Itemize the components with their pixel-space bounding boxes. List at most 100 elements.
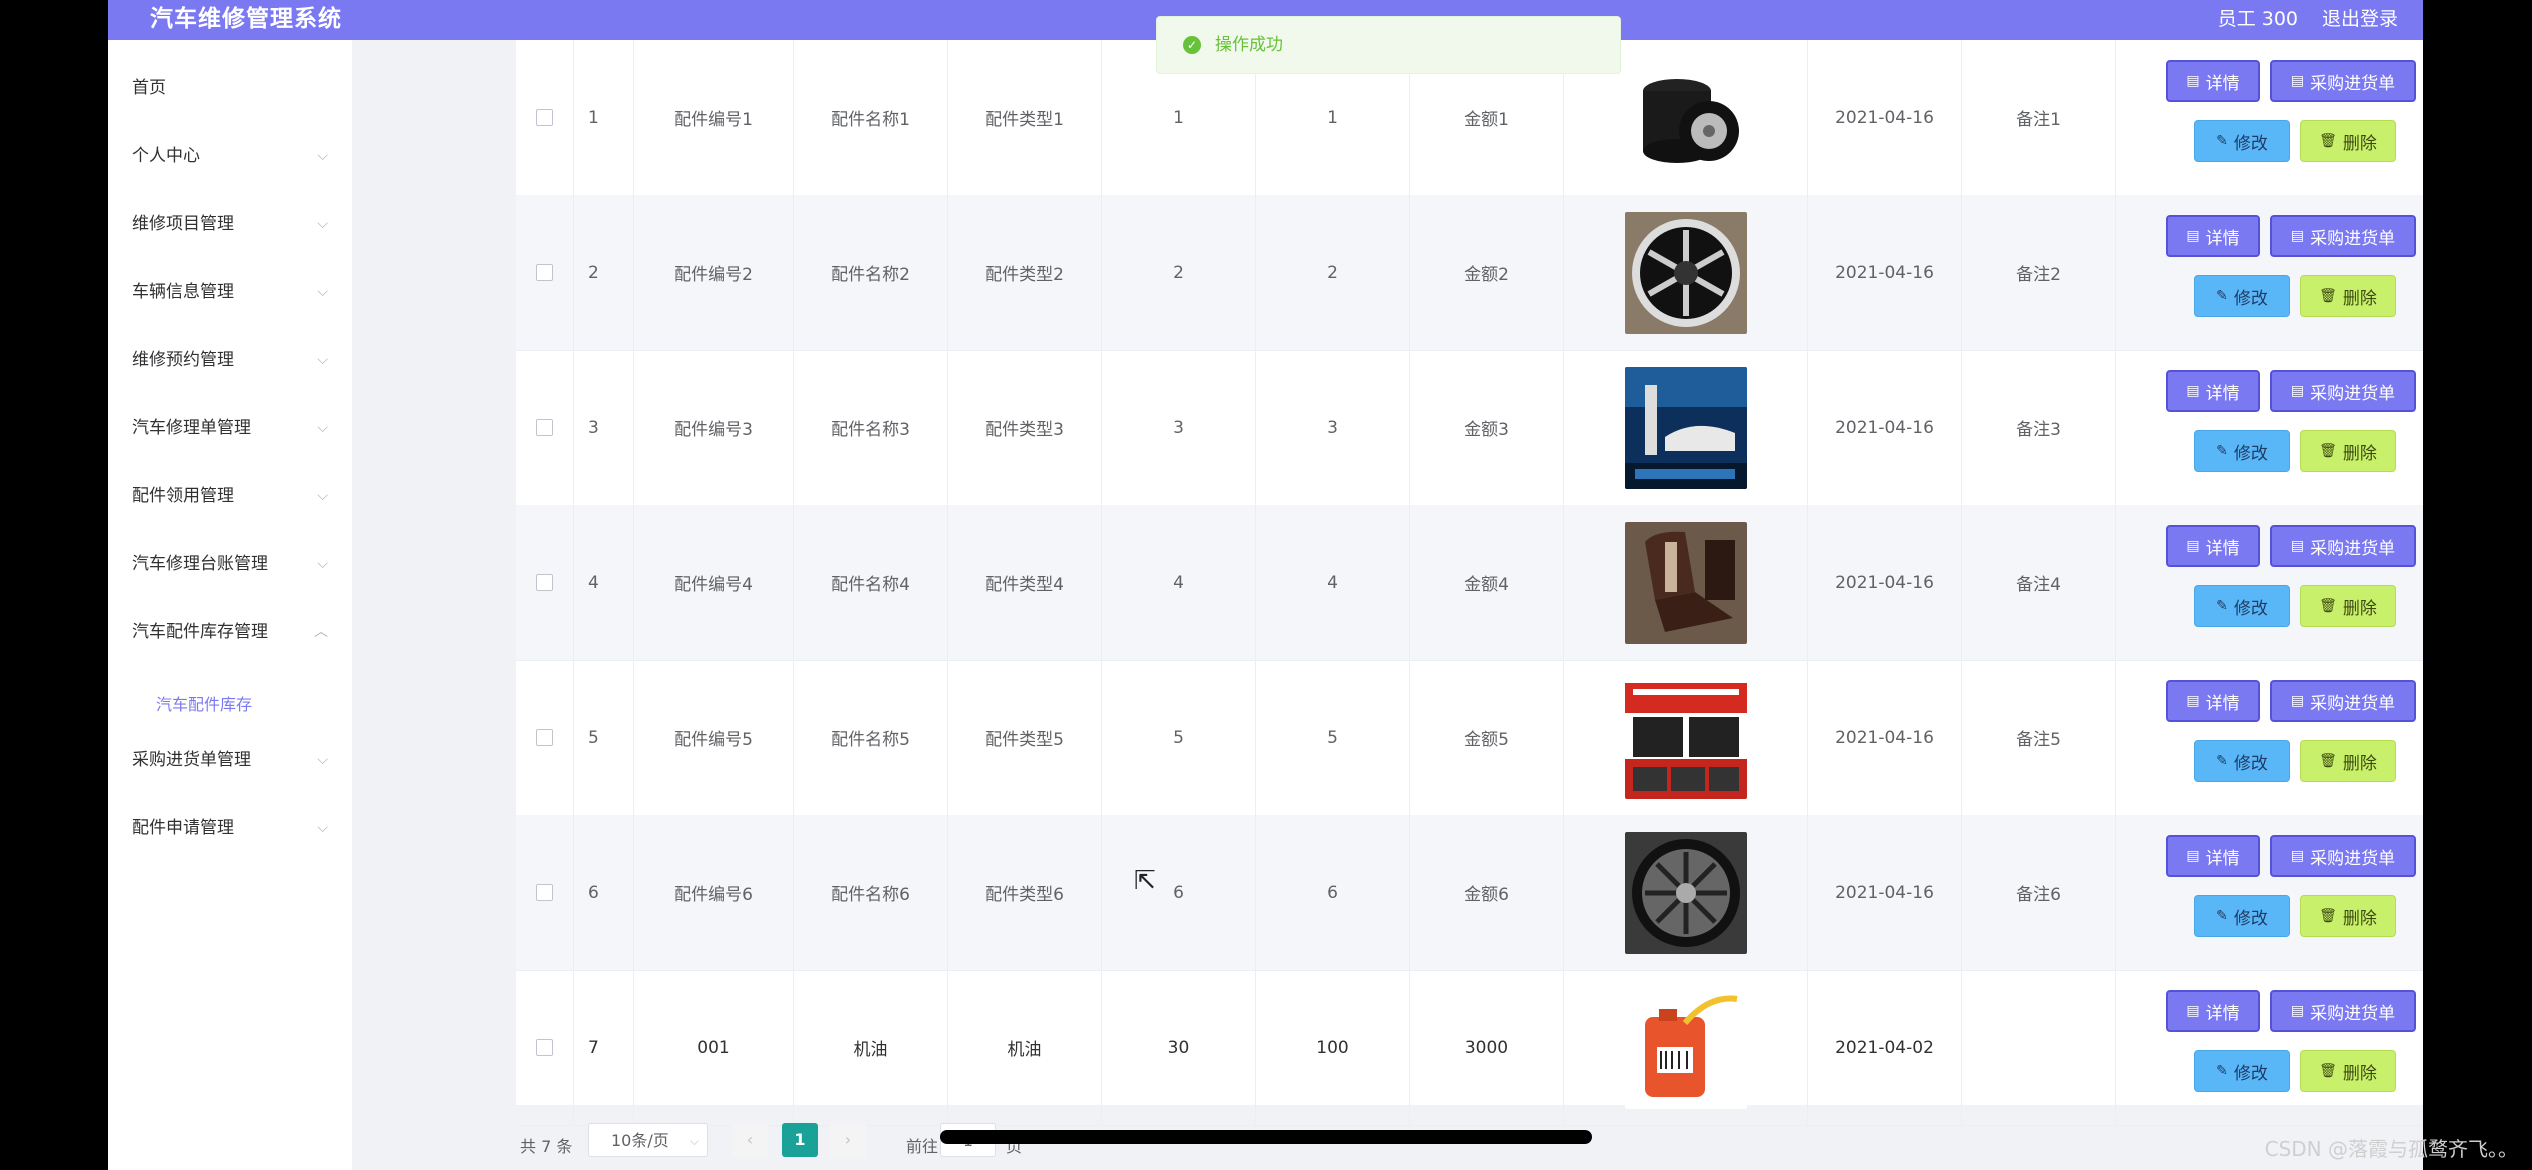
- edit-button[interactable]: ✎ 修改: [2194, 430, 2290, 472]
- cell-name: 配件名称4: [794, 505, 948, 660]
- row-checkbox[interactable]: [536, 109, 553, 126]
- delete-button-label: 删除: [2342, 753, 2377, 774]
- detail-button[interactable]: ▤ 详情: [2166, 835, 2260, 877]
- trash-icon: 🗑: [2319, 288, 2337, 304]
- sidebar: 首页个人中心 ⌵ 维修项目管理 ⌵ 车辆信息管理 ⌵ 维修预约管理 ⌵ 汽车修理单管理 ⌵ 配件领用…: [108, 40, 352, 1170]
- cell-code: 配件编号4: [634, 505, 794, 660]
- delete-button-label: 删除: [2342, 288, 2377, 309]
- delete-button[interactable]: 🗑 删除: [2300, 740, 2396, 782]
- cell-c1: 6: [1102, 815, 1256, 970]
- document-icon: ▤: [2290, 848, 2305, 864]
- edit-button-label: 修改: [2233, 1063, 2268, 1084]
- cell-date: 2021-04-02: [1808, 970, 1962, 1125]
- logout-link[interactable]: 退出登录: [2322, 4, 2398, 34]
- document-icon: ▤: [2290, 228, 2305, 244]
- cell-name: 配件名称3: [794, 350, 948, 505]
- detail-button-label: 详情: [2205, 383, 2240, 404]
- document-icon: ▤: [2186, 383, 2200, 399]
- sidebar-item-5[interactable]: 汽车修理单管理 ⌵: [132, 408, 332, 448]
- row-checkbox[interactable]: [536, 1039, 553, 1056]
- edit-button[interactable]: ✎ 修改: [2194, 895, 2290, 937]
- detail-button[interactable]: ▤ 详情: [2166, 680, 2260, 722]
- purchase-order-button[interactable]: ▤ 采购进货单: [2270, 680, 2416, 722]
- cell-index: 7: [574, 970, 634, 1125]
- delete-button[interactable]: 🗑 删除: [2300, 275, 2396, 317]
- cell-note: 备注2: [1962, 195, 2116, 350]
- row-checkbox[interactable]: [536, 729, 553, 746]
- row-checkbox[interactable]: [536, 884, 553, 901]
- delete-button[interactable]: 🗑 删除: [2300, 430, 2396, 472]
- detail-button[interactable]: ▤ 详情: [2166, 215, 2260, 257]
- sidebar-item-10[interactable]: 配件申请管理 ⌵: [132, 808, 332, 848]
- cell-c1: 4: [1102, 505, 1256, 660]
- actions-cell: ▤ 详情 ▤ 采购进货单 ✎ 修改 🗑 删除: [2116, 195, 2423, 350]
- trash-icon: 🗑: [2319, 753, 2337, 769]
- purchase-order-button[interactable]: ▤ 采购进货单: [2270, 215, 2416, 257]
- cell-note: 备注1: [1962, 40, 2116, 195]
- actions-cell: ▤ 详情 ▤ 采购进货单 ✎ 修改 🗑 删除: [2116, 505, 2423, 660]
- next-page-button[interactable]: ›: [830, 1123, 866, 1157]
- actions-cell: ▤ 详情 ▤ 采购进货单 ✎ 修改 🗑 删除: [2116, 40, 2423, 195]
- image-cell: [1564, 970, 1808, 1125]
- cell-c1: 3: [1102, 350, 1256, 505]
- table-row: 3 配件编号3 配件名称3 配件类型3 3 3 金额3 2021-04-16 备注3 ▤ 详情 ▤ 采购…: [516, 350, 2423, 506]
- trash-icon: 🗑: [2319, 133, 2337, 149]
- cell-type: 配件类型3: [948, 350, 1102, 505]
- row-checkbox[interactable]: [536, 419, 553, 436]
- cell-date: 2021-04-16: [1808, 40, 1962, 195]
- cell-index: 5: [574, 660, 634, 815]
- cell-code: 001: [634, 970, 794, 1125]
- edit-button[interactable]: ✎ 修改: [2194, 740, 2290, 782]
- delete-button[interactable]: 🗑 删除: [2300, 585, 2396, 627]
- sidebar-item-9[interactable]: 采购进货单管理 ⌵: [132, 740, 332, 780]
- sidebar-item-label: 汽车配件库存管理: [132, 622, 268, 642]
- sidebar-item-2[interactable]: 维修项目管理 ⌵: [132, 204, 332, 244]
- table-row: 2 配件编号2 配件名称2 配件类型2 2 2 金额2 2021-04-16 备注2 ▤ 详情 ▤ 采购…: [516, 195, 2423, 351]
- current-page-button[interactable]: 1: [782, 1123, 818, 1157]
- inventory-table: 1 配件编号1 配件名称1 配件类型1 1 1 金额1 2021-04-16 备注1 ▤ 详情 ▤ 采购…: [516, 40, 2423, 1126]
- trash-icon: 🗑: [2319, 443, 2337, 459]
- cell-c2: 4: [1256, 505, 1410, 660]
- horizontal-scrollbar[interactable]: [940, 1130, 1592, 1144]
- chevron-icon: ⌵: [317, 556, 328, 572]
- detail-button[interactable]: ▤ 详情: [2166, 370, 2260, 412]
- delete-button[interactable]: 🗑 删除: [2300, 895, 2396, 937]
- actions-cell: ▤ 详情 ▤ 采购进货单 ✎ 修改 🗑 删除: [2116, 350, 2423, 505]
- edit-button[interactable]: ✎ 修改: [2194, 1050, 2290, 1092]
- sidebar-item-3[interactable]: 车辆信息管理 ⌵: [132, 272, 332, 312]
- purchase-order-button[interactable]: ▤ 采购进货单: [2270, 525, 2416, 567]
- purchase-order-button[interactable]: ▤ 采购进货单: [2270, 370, 2416, 412]
- cell-code: 配件编号1: [634, 40, 794, 195]
- sidebar-item-6[interactable]: 配件领用管理 ⌵: [132, 476, 332, 516]
- detail-button[interactable]: ▤ 详情: [2166, 60, 2260, 102]
- edit-button[interactable]: ✎ 修改: [2194, 585, 2290, 627]
- sidebar-item-4[interactable]: 维修预约管理 ⌵: [132, 340, 332, 380]
- chevron-icon: ⌵: [317, 488, 328, 504]
- purchase-order-button[interactable]: ▤ 采购进货单: [2270, 60, 2416, 102]
- edit-button[interactable]: ✎ 修改: [2194, 275, 2290, 317]
- purchase-order-button[interactable]: ▤ 采购进货单: [2270, 990, 2416, 1032]
- sidebar-item-0[interactable]: 首页: [132, 68, 332, 108]
- cell-amount: 金额4: [1410, 505, 1564, 660]
- page-size-select[interactable]: 10条/页 ⌵: [588, 1123, 708, 1157]
- delete-button[interactable]: 🗑 删除: [2300, 120, 2396, 162]
- cell-note: 备注6: [1962, 815, 2116, 970]
- row-checkbox[interactable]: [536, 264, 553, 281]
- purchase-order-button[interactable]: ▤ 采购进货单: [2270, 835, 2416, 877]
- detail-button[interactable]: ▤ 详情: [2166, 990, 2260, 1032]
- cell-code: 配件编号3: [634, 350, 794, 505]
- sidebar-item-7[interactable]: 汽车修理台账管理 ⌵: [132, 544, 332, 584]
- sidebar-subitem-parts-inventory[interactable]: 汽车配件库存: [156, 688, 252, 722]
- chevron-icon: ︿: [314, 624, 328, 640]
- delete-button[interactable]: 🗑 删除: [2300, 1050, 2396, 1092]
- row-checkbox[interactable]: [536, 574, 553, 591]
- prev-page-button[interactable]: ‹: [732, 1123, 768, 1157]
- sidebar-item-8[interactable]: 汽车配件库存管理 ︿: [132, 612, 332, 652]
- actions-cell: ▤ 详情 ▤ 采购进货单 ✎ 修改 🗑 删除: [2116, 815, 2423, 970]
- document-icon: ▤: [2186, 693, 2200, 709]
- sidebar-item-1[interactable]: 个人中心 ⌵: [132, 136, 332, 176]
- edit-button[interactable]: ✎ 修改: [2194, 120, 2290, 162]
- edit-button-label: 修改: [2233, 443, 2268, 464]
- document-icon: ▤: [2290, 693, 2305, 709]
- detail-button[interactable]: ▤ 详情: [2166, 525, 2260, 567]
